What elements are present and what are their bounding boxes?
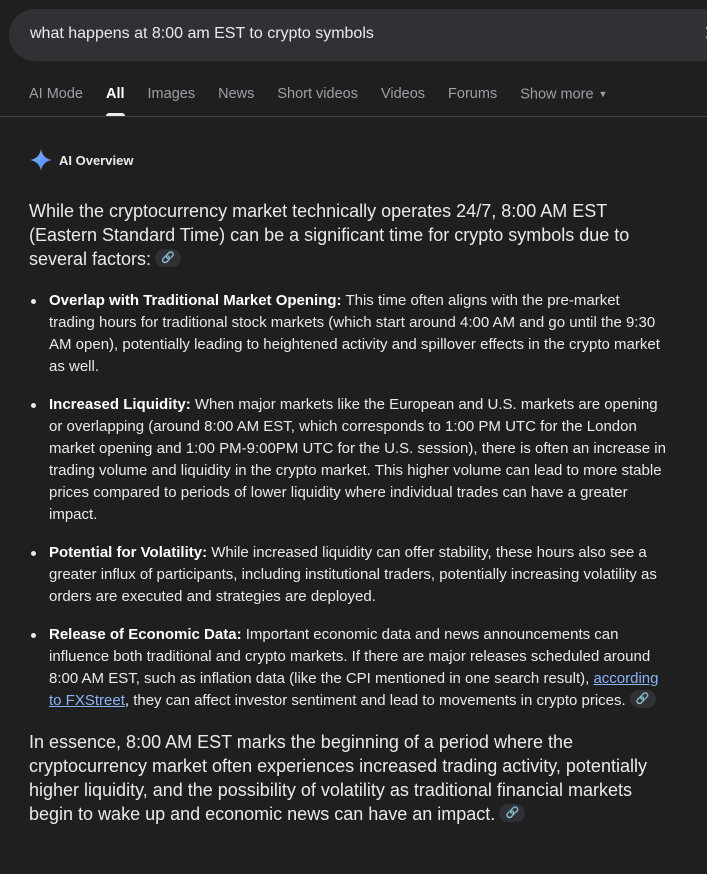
tabs-divider <box>0 116 707 117</box>
show-more-label: Show more <box>520 86 594 103</box>
tab-images[interactable]: Images <box>148 86 196 116</box>
tab-forums[interactable]: Forums <box>448 86 497 116</box>
list-item: Overlap with Traditional Market Opening:… <box>29 290 669 378</box>
tab-videos[interactable]: Videos <box>381 86 425 116</box>
tab-show-more[interactable]: Show more ▼ <box>520 86 607 116</box>
ai-overview-title: AI Overview <box>59 152 134 168</box>
list-item: Release of Economic Data: Important econ… <box>29 624 669 712</box>
overview-bullet-list: Overlap with Traditional Market Opening:… <box>29 290 669 712</box>
link-icon[interactable]: 🔗 <box>629 690 656 709</box>
tab-ai-mode[interactable]: AI Mode <box>29 86 83 116</box>
link-icon[interactable]: 🔗 <box>155 249 182 268</box>
overview-lead-paragraph: While the cryptocurrency market technica… <box>29 199 669 271</box>
bullet-text: When major markets like the European and… <box>49 396 666 523</box>
caret-down-icon: ▼ <box>598 89 608 99</box>
list-item: Increased Liquidity: When major markets … <box>29 394 669 526</box>
lead-text: While the cryptocurrency market technica… <box>29 201 630 269</box>
overview-summary-paragraph: In essence, 8:00 AM EST marks the beginn… <box>29 730 669 826</box>
ai-overview-content: While the cryptocurrency market technica… <box>29 199 669 826</box>
search-input[interactable]: what happens at 8:00 am EST to crypto sy… <box>30 25 374 43</box>
summary-text: In essence, 8:00 AM EST marks the beginn… <box>29 732 647 824</box>
bullet-heading: Potential for Volatility: <box>49 544 208 561</box>
link-icon[interactable]: 🔗 <box>499 804 526 823</box>
list-item: Potential for Volatility: While increase… <box>29 542 669 608</box>
bullet-heading: Increased Liquidity: <box>49 396 191 413</box>
search-bar[interactable]: what happens at 8:00 am EST to crypto sy… <box>9 9 707 61</box>
close-icon[interactable]: ✕ <box>703 23 707 45</box>
bullet-heading: Release of Economic Data: <box>49 626 242 643</box>
sparkle-icon <box>30 149 52 171</box>
tab-news[interactable]: News <box>218 86 254 116</box>
tab-short-videos[interactable]: Short videos <box>277 86 358 116</box>
tab-all[interactable]: All <box>106 86 125 116</box>
ai-overview-header: AI Overview <box>29 148 133 172</box>
search-tabs: AI Mode All Images News Short videos Vid… <box>29 86 630 116</box>
search-results-page: what happens at 8:00 am EST to crypto sy… <box>0 0 707 874</box>
bullet-text-after: , they can affect investor sentiment and… <box>124 692 626 709</box>
bullet-heading: Overlap with Traditional Market Opening: <box>49 292 342 309</box>
